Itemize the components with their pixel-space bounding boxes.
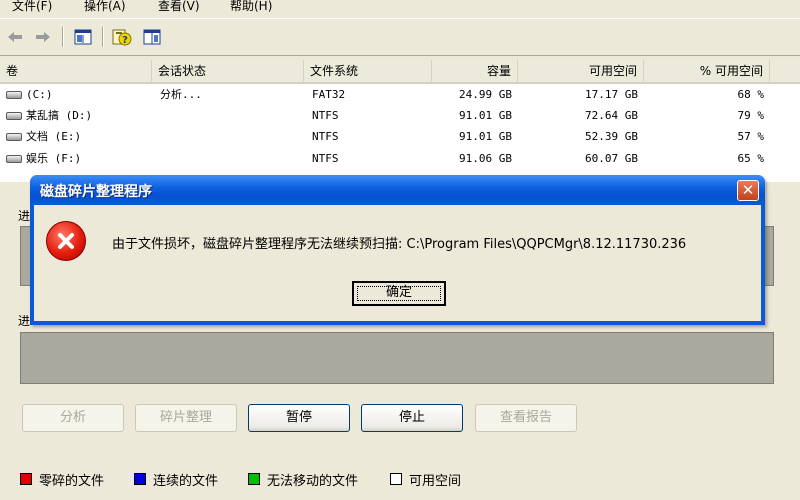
back-button[interactable] — [4, 26, 26, 48]
column-pct-free[interactable]: % 可用空间 — [644, 60, 770, 82]
menu-file[interactable]: 文件(F) — [12, 0, 52, 14]
volume-fs: FAT32 — [312, 88, 346, 101]
legend-swatch-green — [248, 473, 260, 485]
volume-row[interactable]: (C:) 分析... FAT32 24.99 GB 17.17 GB 68 % — [0, 84, 800, 106]
volume-pct: 65 % — [737, 152, 765, 165]
menu-help[interactable]: 帮助(H) — [230, 0, 272, 14]
volume-list-header: 卷 会话状态 文件系统 容量 可用空间 % 可用空间 — [0, 60, 800, 84]
ok-button[interactable]: 确定 — [352, 281, 446, 306]
toolbar-separator — [62, 27, 64, 47]
help-button[interactable]: ? — [111, 26, 133, 48]
view-report-button[interactable]: 查看报告 — [475, 404, 577, 432]
column-free-space[interactable]: 可用空间 — [518, 60, 644, 82]
error-x-glyph — [58, 233, 74, 249]
after-defrag-label: 进 — [18, 314, 31, 328]
focus-ring — [357, 286, 441, 301]
error-icon — [46, 221, 86, 261]
legend-label: 零碎的文件 — [39, 474, 105, 489]
after-defrag-graph — [20, 332, 774, 384]
column-session-status[interactable]: 会话状态 — [152, 60, 304, 82]
forward-button[interactable] — [32, 26, 54, 48]
legend-label: 可用空间 — [409, 474, 462, 489]
menu-view[interactable]: 查看(V) — [158, 0, 200, 14]
arrow-right-icon — [36, 32, 50, 42]
volume-row[interactable]: 某乱搞 (D:) NTFS 91.01 GB 72.64 GB 79 % — [0, 105, 800, 127]
volume-row[interactable]: 文档 (E:) NTFS 91.01 GB 52.39 GB 57 % — [0, 126, 800, 148]
volume-free: 52.39 GB — [585, 130, 638, 143]
volume-name: (C:) — [26, 88, 53, 101]
dialog-close-button[interactable]: ✕ — [737, 180, 759, 201]
volume-name: 某乱搞 (D:) — [26, 109, 93, 122]
column-volume[interactable]: 卷 — [0, 60, 152, 82]
dialog-title: 磁盘碎片整理程序 — [40, 184, 152, 200]
dialog-title-bar[interactable]: 磁盘碎片整理程序 ✕ — [30, 175, 765, 205]
arrow-left-icon — [8, 32, 22, 42]
analyze-button[interactable]: 分析 — [22, 404, 124, 432]
legend-label: 无法移动的文件 — [267, 474, 359, 489]
volume-pct: 79 % — [737, 109, 765, 122]
legend-label: 连续的文件 — [153, 474, 219, 489]
console-tree-icon — [74, 29, 92, 45]
drive-icon — [6, 133, 22, 141]
column-capacity[interactable]: 容量 — [432, 60, 518, 82]
volume-row[interactable]: 娱乐 (F:) NTFS 91.06 GB 60.07 GB 65 % — [0, 148, 800, 170]
volume-pct: 68 % — [737, 88, 765, 101]
volume-fs: NTFS — [312, 130, 339, 143]
stop-button[interactable]: 停止 — [361, 404, 463, 432]
volume-status: 分析... — [160, 88, 202, 101]
column-file-system[interactable]: 文件系统 — [304, 60, 432, 82]
legend-swatch-red — [20, 473, 32, 485]
legend-swatch-white — [390, 473, 402, 485]
dialog-body: 由于文件损坏，磁盘碎片整理程序无法继续预扫描: C:\Program Files… — [34, 205, 761, 321]
drive-icon — [6, 112, 22, 120]
drive-icon — [6, 91, 22, 99]
drive-icon — [6, 155, 22, 163]
dialog-message: 由于文件损坏，磁盘碎片整理程序无法继续预扫描: C:\Program Files… — [112, 237, 687, 252]
toolbar: ? — [0, 19, 800, 56]
defragment-button[interactable]: 碎片整理 — [135, 404, 237, 432]
volume-capacity: 91.01 GB — [459, 130, 512, 143]
volume-free: 72.64 GB — [585, 109, 638, 122]
svg-text:?: ? — [122, 35, 128, 46]
volume-free: 17.17 GB — [585, 88, 638, 101]
toolbar-separator — [102, 27, 104, 47]
properties-button[interactable] — [141, 26, 163, 48]
menu-bar: 文件(F) 操作(A) 查看(V) 帮助(H) — [0, 0, 800, 19]
volume-pct: 57 % — [737, 130, 765, 143]
menu-action[interactable]: 操作(A) — [84, 0, 126, 14]
volume-capacity: 91.06 GB — [459, 152, 512, 165]
volume-capacity: 24.99 GB — [459, 88, 512, 101]
pause-button[interactable]: 暂停 — [248, 404, 350, 432]
volume-fs: NTFS — [312, 152, 339, 165]
volume-name: 文档 (E:) — [26, 130, 82, 143]
volume-list: 卷 会话状态 文件系统 容量 可用空间 % 可用空间 (C:) 分析... FA… — [0, 60, 800, 182]
volume-name: 娱乐 (F:) — [26, 152, 82, 165]
legend-swatch-blue — [134, 473, 146, 485]
volume-fs: NTFS — [312, 109, 339, 122]
properties-icon — [143, 29, 161, 45]
console-tree-button[interactable] — [72, 26, 94, 48]
volume-capacity: 91.01 GB — [459, 109, 512, 122]
error-dialog: 磁盘碎片整理程序 ✕ 由于文件损坏，磁盘碎片整理程序无法继续预扫描: C:\Pr… — [30, 175, 765, 325]
help-icon: ? — [112, 29, 132, 46]
before-defrag-label: 进 — [18, 209, 31, 223]
volume-free: 60.07 GB — [585, 152, 638, 165]
close-icon: ✕ — [741, 181, 755, 199]
